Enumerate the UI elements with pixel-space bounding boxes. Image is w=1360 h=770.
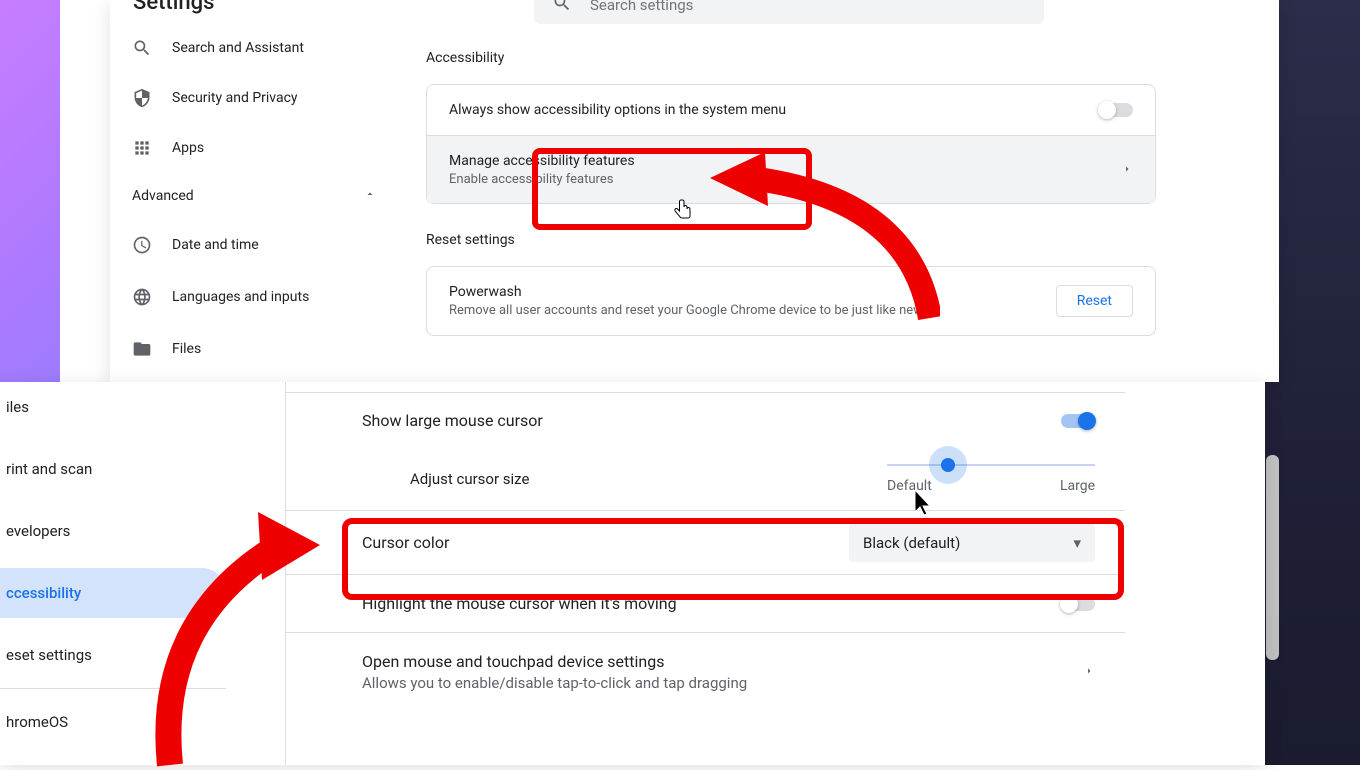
sidebar-item-label: Search and Assistant xyxy=(172,40,304,56)
chevron-right-icon xyxy=(1083,662,1095,681)
wallpaper-left xyxy=(0,0,60,382)
sidebar-item-print-scan[interactable]: rint and scan xyxy=(0,444,226,494)
folder-icon xyxy=(132,339,152,359)
sidebar-item-label: ccessibility xyxy=(6,584,81,602)
divider xyxy=(0,688,226,689)
sidebar-item-developers[interactable]: evelopers xyxy=(0,506,226,556)
sidebar-item-label: Files xyxy=(172,341,201,357)
sidebar-item-reset-settings[interactable]: eset settings xyxy=(0,630,226,680)
sidebar-advanced-toggle[interactable]: Advanced xyxy=(110,173,372,219)
chevron-up-icon xyxy=(364,188,376,204)
globe-icon xyxy=(132,287,152,307)
sidebar-bottom: iles rint and scan evelopers ccessibilit… xyxy=(0,382,226,747)
sidebar-item-chromeos[interactable]: hromeOS xyxy=(0,697,226,747)
row-show-large-cursor[interactable]: Show large mouse cursor xyxy=(286,392,1125,448)
cursor-size-slider[interactable] xyxy=(887,464,1095,466)
search-icon xyxy=(132,38,152,58)
apps-icon xyxy=(132,138,152,158)
row-always-show-accessibility[interactable]: Always show accessibility options in the… xyxy=(427,85,1155,135)
accessibility-card: Always show accessibility options in the… xyxy=(426,84,1156,204)
scrollbar[interactable] xyxy=(1266,455,1279,660)
reset-card: Powerwash Remove all user accounts and r… xyxy=(426,266,1156,336)
row-powerwash: Powerwash Remove all user accounts and r… xyxy=(427,267,1155,335)
sidebar-item-label: Date and time xyxy=(172,237,259,253)
row-title: Open mouse and touchpad device settings xyxy=(362,652,747,671)
row-adjust-cursor-size: Adjust cursor size Default Large xyxy=(286,448,1125,510)
search-box[interactable] xyxy=(534,0,1044,24)
row-cursor-color: Cursor color Black (default) ▾ xyxy=(286,510,1125,574)
row-label: Highlight the mouse cursor when it's mov… xyxy=(362,594,677,613)
row-title: Powerwash xyxy=(449,284,926,300)
toggle-highlight-cursor[interactable] xyxy=(1061,597,1095,611)
row-open-mouse-touchpad-settings[interactable]: Open mouse and touchpad device settings … xyxy=(286,632,1125,710)
row-highlight-cursor[interactable]: Highlight the mouse cursor when it's mov… xyxy=(286,574,1125,632)
row-subtitle: Allows you to enable/disable tap-to-clic… xyxy=(362,674,747,692)
chevron-down-icon: ▾ xyxy=(1073,534,1081,552)
clock-icon xyxy=(132,235,152,255)
sidebar-item-label: evelopers xyxy=(6,522,70,540)
sidebar-item-languages-inputs[interactable]: Languages and inputs xyxy=(110,271,372,323)
sidebar-item-label: rint and scan xyxy=(6,460,92,478)
cursor-color-select[interactable]: Black (default) ▾ xyxy=(849,524,1095,562)
settings-window-bottom: iles rint and scan evelopers ccessibilit… xyxy=(0,382,1265,765)
row-label: Cursor color xyxy=(362,533,449,552)
sidebar-item-files[interactable]: Files xyxy=(110,323,372,375)
sidebar-item-label: iles xyxy=(6,398,29,416)
select-value: Black (default) xyxy=(863,534,960,552)
settings-window-top: Settings Search and Assistant Security a… xyxy=(110,0,1279,382)
settings-main-bottom: Show large mouse cursor Adjust cursor si… xyxy=(285,382,1125,765)
reset-heading: Reset settings xyxy=(426,232,1156,248)
sidebar-item-label: Languages and inputs xyxy=(172,289,309,305)
shield-icon xyxy=(132,88,152,108)
slider-max-label: Large xyxy=(1060,478,1095,494)
toggle-always-show[interactable] xyxy=(1099,103,1133,117)
sidebar-item-date-time[interactable]: Date and time xyxy=(110,219,372,271)
row-label: Adjust cursor size xyxy=(410,470,529,488)
row-subtitle: Remove all user accounts and reset your … xyxy=(449,303,926,318)
row-subtitle: Enable accessibility features xyxy=(449,172,635,187)
search-input[interactable] xyxy=(590,0,1026,14)
sidebar-item-label: hromeOS xyxy=(6,713,68,731)
page-title: Settings xyxy=(133,0,214,15)
slider-min-label: Default xyxy=(887,478,932,494)
sidebar-item-search-assistant[interactable]: Search and Assistant xyxy=(110,23,372,73)
advanced-label: Advanced xyxy=(132,188,194,204)
sidebar-item-files[interactable]: iles xyxy=(0,382,226,432)
settings-main-top: Accessibility Always show accessibility … xyxy=(426,50,1156,336)
sidebar-item-label: Apps xyxy=(172,140,204,156)
sidebar-top: Search and Assistant Security and Privac… xyxy=(110,23,372,375)
sidebar-item-security-privacy[interactable]: Security and Privacy xyxy=(110,73,372,123)
row-label: Always show accessibility options in the… xyxy=(449,102,786,118)
row-title: Manage accessibility features xyxy=(449,153,635,169)
sidebar-item-apps[interactable]: Apps xyxy=(110,123,372,173)
toggle-large-cursor[interactable] xyxy=(1061,414,1095,428)
chevron-right-icon xyxy=(1121,160,1133,179)
reset-button[interactable]: Reset xyxy=(1056,285,1133,317)
sidebar-item-accessibility[interactable]: ccessibility xyxy=(0,568,226,618)
row-label: Show large mouse cursor xyxy=(362,411,543,430)
row-manage-accessibility-features[interactable]: Manage accessibility features Enable acc… xyxy=(427,135,1155,203)
sidebar-item-label: eset settings xyxy=(6,646,92,664)
wallpaper-right xyxy=(1265,0,1360,765)
search-icon xyxy=(552,0,572,17)
accessibility-heading: Accessibility xyxy=(426,50,1156,66)
sidebar-item-label: Security and Privacy xyxy=(172,90,298,106)
